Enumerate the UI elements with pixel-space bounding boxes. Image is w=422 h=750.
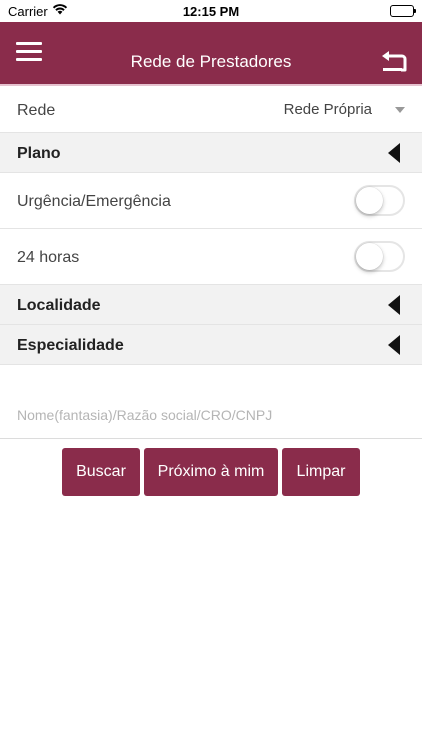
page-title: Rede de Prestadores	[130, 52, 292, 71]
localidade-section[interactable]: Localidade	[0, 285, 422, 325]
plano-label: Plano	[17, 145, 61, 162]
expand-arrow-icon[interactable]	[388, 295, 400, 315]
rede-select-row[interactable]: Rede Rede Própria	[0, 88, 422, 133]
urgencia-toggle[interactable]	[354, 185, 405, 216]
status-time: 12:15 PM	[182, 4, 240, 19]
search-field	[0, 392, 422, 439]
status-bar: Carrier 12:15 PM	[0, 0, 422, 22]
localidade-label: Localidade	[17, 297, 101, 314]
horas24-row: 24 horas	[0, 229, 422, 285]
horas24-label: 24 horas	[17, 249, 80, 266]
buscar-button[interactable]: Buscar	[62, 448, 140, 496]
rede-selected-value[interactable]: Rede Própria	[284, 101, 372, 118]
especialidade-label: Especialidade	[17, 337, 124, 354]
horas24-toggle[interactable]	[354, 241, 405, 272]
back-return-icon[interactable]	[380, 50, 408, 74]
rede-label: Rede	[17, 102, 56, 119]
urgencia-label: Urgência/Emergência	[17, 193, 171, 210]
nav-bar: Rede de Prestadores	[0, 22, 422, 86]
urgencia-row: Urgência/Emergência	[0, 173, 422, 229]
expand-arrow-icon[interactable]	[388, 335, 400, 355]
battery-icon	[390, 5, 416, 17]
especialidade-section[interactable]: Especialidade	[0, 325, 422, 365]
provider-search-input[interactable]	[0, 392, 422, 438]
plano-section[interactable]: Plano	[0, 133, 422, 173]
expand-arrow-icon[interactable]	[388, 143, 400, 163]
proximo-a-mim-button[interactable]: Próximo à mim	[144, 448, 278, 496]
limpar-button[interactable]: Limpar	[282, 448, 360, 496]
dropdown-caret-icon	[395, 107, 405, 113]
